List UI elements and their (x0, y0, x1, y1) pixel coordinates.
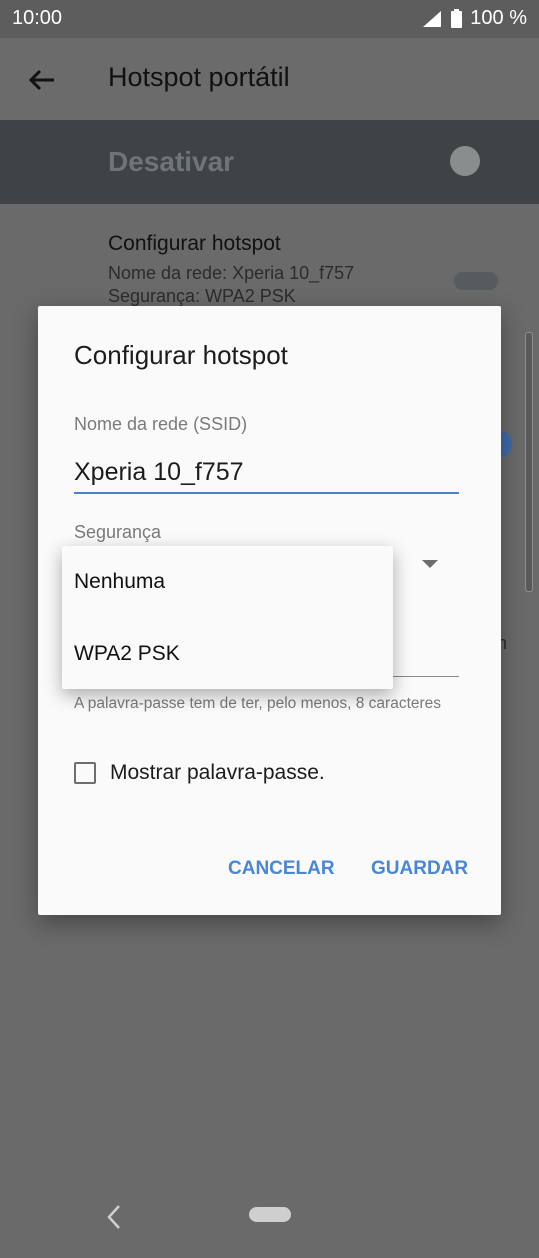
menu-item-wpa2-psk[interactable]: WPA2 PSK (74, 642, 180, 666)
navigation-bar (0, 1190, 539, 1258)
nav-back-icon[interactable] (104, 1204, 124, 1230)
menu-item-none[interactable]: Nenhuma (74, 570, 165, 594)
setting-security: Segurança: WPA2 PSK (108, 286, 296, 306)
chevron-down-icon[interactable] (422, 560, 438, 568)
page-title: Hotspot portátil (108, 62, 290, 92)
master-switch-label: Desativar (108, 146, 235, 177)
setting-configure-hotspot[interactable]: Configurar hotspot Nome da rede: Xperia … (108, 232, 354, 308)
battery-icon (451, 9, 463, 28)
password-hint: A palavra-passe tem de ter, pelo menos, … (74, 695, 442, 712)
password-field-underline[interactable] (392, 676, 459, 677)
battery-percent: 100 % (470, 7, 527, 29)
master-switch-bar[interactable]: Desativar (0, 120, 539, 290)
security-label: Segurança (74, 522, 162, 542)
show-password-row[interactable]: Mostrar palavra-passe. (74, 761, 325, 785)
status-time: 10:00 (12, 7, 63, 29)
signal-icon (423, 10, 442, 27)
scrollbar[interactable] (525, 332, 533, 592)
show-password-label: Mostrar palavra-passe. (110, 761, 325, 784)
show-password-checkbox[interactable] (74, 762, 96, 784)
arrow-left-icon[interactable] (26, 64, 58, 96)
setting-network-name: Nome da rede: Xperia 10_f757 (108, 263, 355, 283)
app-bar: Hotspot portátil (0, 38, 539, 120)
save-button[interactable]: GUARDAR (371, 858, 468, 880)
ssid-label: Nome da rede (SSID) (74, 414, 248, 434)
toggle-thumb[interactable] (450, 146, 480, 176)
dialog-title: Configurar hotspot (74, 340, 288, 370)
ssid-input[interactable] (74, 452, 459, 494)
cancel-button[interactable]: CANCELAR (228, 858, 335, 880)
status-bar: 10:00 100 % (0, 0, 539, 38)
toggle-track[interactable] (454, 272, 498, 290)
security-dropdown-menu: Nenhuma WPA2 PSK (62, 546, 393, 689)
nav-home-button[interactable] (249, 1207, 291, 1222)
status-right: 100 % (423, 7, 527, 30)
setting-title: Configurar hotspot (108, 232, 281, 255)
